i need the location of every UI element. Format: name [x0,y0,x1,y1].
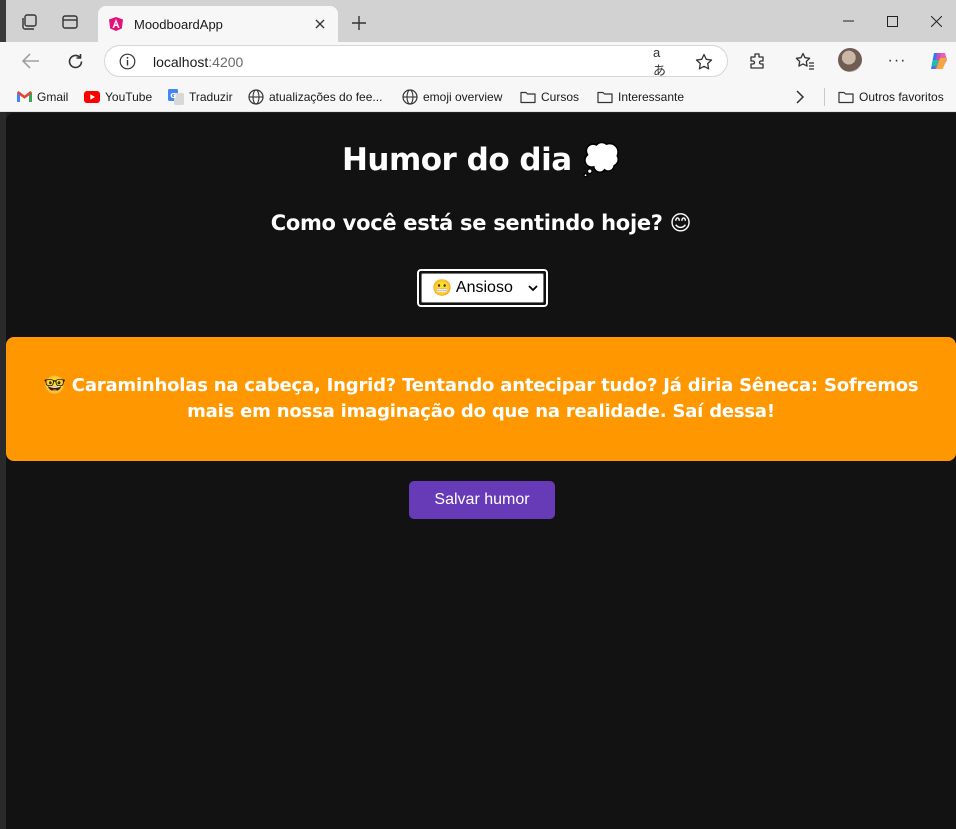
bookmark-gmail[interactable]: Gmail [16,88,68,106]
bookmark-label: atualizações do fee... [269,90,383,104]
bookmark-youtube[interactable]: YouTube [84,88,152,106]
youtube-icon [84,89,100,105]
angular-icon [109,17,123,31]
folder-icon [520,89,536,105]
favorite-star-icon[interactable] [694,52,714,72]
svg-text:G: G [170,92,176,100]
bookmark-label: Traduzir [189,90,233,104]
bookmark-label: YouTube [105,90,153,104]
url-port: :4200 [208,54,244,70]
tab-moodboardapp[interactable]: MoodboardApp [98,6,338,42]
address-bar[interactable]: localhost:4200 aあ [104,45,728,78]
bookmarks-bar: Gmail YouTube G Traduzir atualizações do… [0,80,956,112]
folder-icon [597,89,613,105]
bookmark-atualizacoes[interactable]: atualizações do fee... [248,88,382,106]
copilot-icon[interactable] [924,46,954,76]
mood-message-text: 🤓 Caraminholas na cabeça, Ingrid? Tentan… [43,375,919,422]
more-menu-icon[interactable]: ··· [882,46,912,76]
bookmark-interessante[interactable]: Interessante [597,88,684,106]
bookmark-label: Cursos [541,90,580,104]
bookmarks-divider [824,88,825,106]
bookmark-outros-favoritos[interactable]: Outros favoritos [838,88,944,106]
extensions-icon[interactable] [742,46,772,76]
mood-question: Como você está se sentindo hoje? 😊 [270,211,692,235]
vertical-tabs-icon[interactable] [56,8,84,36]
translate-icon: G [168,89,184,105]
url-text: localhost:4200 [153,54,243,70]
info-icon[interactable] [119,53,136,70]
bookmark-label: Outros favoritos [859,90,944,104]
mood-message-card: 🤓 Caraminholas na cabeça, Ingrid? Tentan… [6,337,956,461]
page-title: Humor do dia 💭 [341,142,621,178]
back-arrow-icon[interactable] [16,46,46,76]
globe-icon [248,89,264,105]
maximize-icon[interactable] [872,6,912,36]
chevron-down-icon[interactable] [528,281,538,295]
mood-select-value: Ansioso [455,279,513,296]
title-bar: MoodboardApp [0,0,956,42]
url-host: localhost [153,54,209,70]
window-edge [0,0,6,42]
chevron-right-icon[interactable] [795,88,805,106]
favorites-icon[interactable] [790,46,820,76]
globe-icon [402,89,418,105]
new-tab-icon[interactable] [346,10,372,36]
profile-avatar[interactable] [838,48,862,72]
close-window-icon[interactable] [916,6,956,36]
bookmark-emoji-overview[interactable]: emoji overview [402,88,502,106]
mood-select[interactable]: 😬 Ansioso [417,269,548,307]
navigation-bar: localhost:4200 aあ ··· [0,42,956,80]
tab-title: MoodboardApp [134,16,223,32]
read-aloud-icon[interactable]: aあ [653,45,673,78]
bookmark-label: Interessante [618,90,685,104]
bookmark-label: Gmail [37,90,69,104]
gmail-icon [16,89,32,105]
mood-select-field[interactable]: 😬 Ansioso [421,273,544,303]
grimacing-face-icon: 😬 [432,280,452,297]
refresh-icon[interactable] [60,46,90,76]
app-page: Humor do dia 💭 Como você está se sentind… [6,113,956,829]
close-tab-icon[interactable] [312,16,328,32]
bookmark-label: emoji overview [423,90,503,104]
folder-icon [838,89,854,105]
minimize-icon[interactable] [828,6,868,36]
workspaces-icon[interactable] [15,8,43,36]
save-mood-button[interactable]: Salvar humor [409,481,555,519]
bookmark-traduzir[interactable]: G Traduzir [168,88,233,106]
bookmark-cursos[interactable]: Cursos [520,88,579,106]
